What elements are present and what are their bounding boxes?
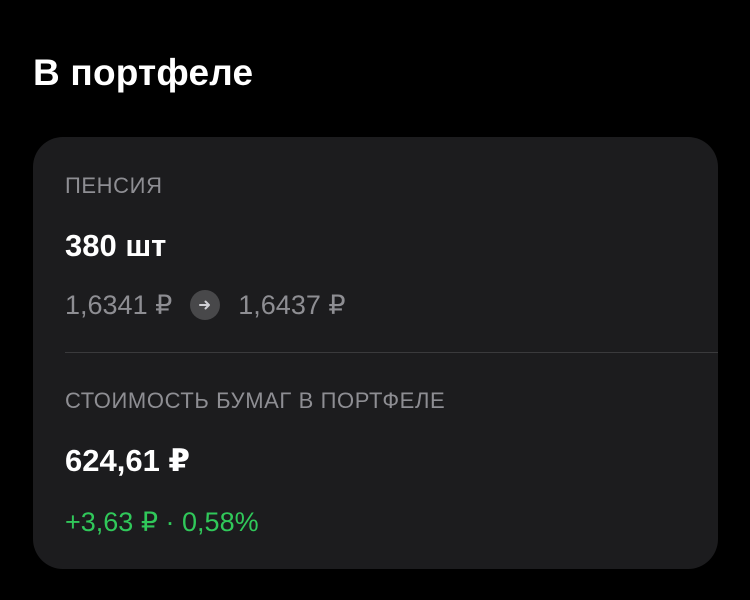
- arrow-right-icon: [190, 290, 221, 320]
- instrument-label: ПЕНСИЯ: [65, 173, 163, 198]
- price-from: 1,6341 ₽: [65, 289, 173, 320]
- price-to: 1,6437 ₽: [238, 289, 346, 320]
- change-separator: ·: [165, 507, 175, 537]
- total-value: 624,61 ₽: [65, 443, 190, 478]
- change-percent: 0,58%: [182, 507, 259, 537]
- value-change: +3,63 ₽ · 0,58%: [65, 504, 259, 540]
- change-amount: +3,63 ₽: [65, 507, 158, 537]
- price-change-row: 1,6341 ₽ 1,6437 ₽: [65, 287, 346, 323]
- page-title: В портфеле: [33, 52, 254, 93]
- value-label: СТОИМОСТЬ БУМАГ В ПОРТФЕЛЕ: [65, 388, 446, 413]
- portfolio-card: ПЕНСИЯ 380 шт 1,6341 ₽ 1,6437 ₽ СТОИМОСТ…: [33, 137, 718, 569]
- quantity-value: 380 шт: [65, 228, 167, 263]
- divider: [65, 352, 718, 353]
